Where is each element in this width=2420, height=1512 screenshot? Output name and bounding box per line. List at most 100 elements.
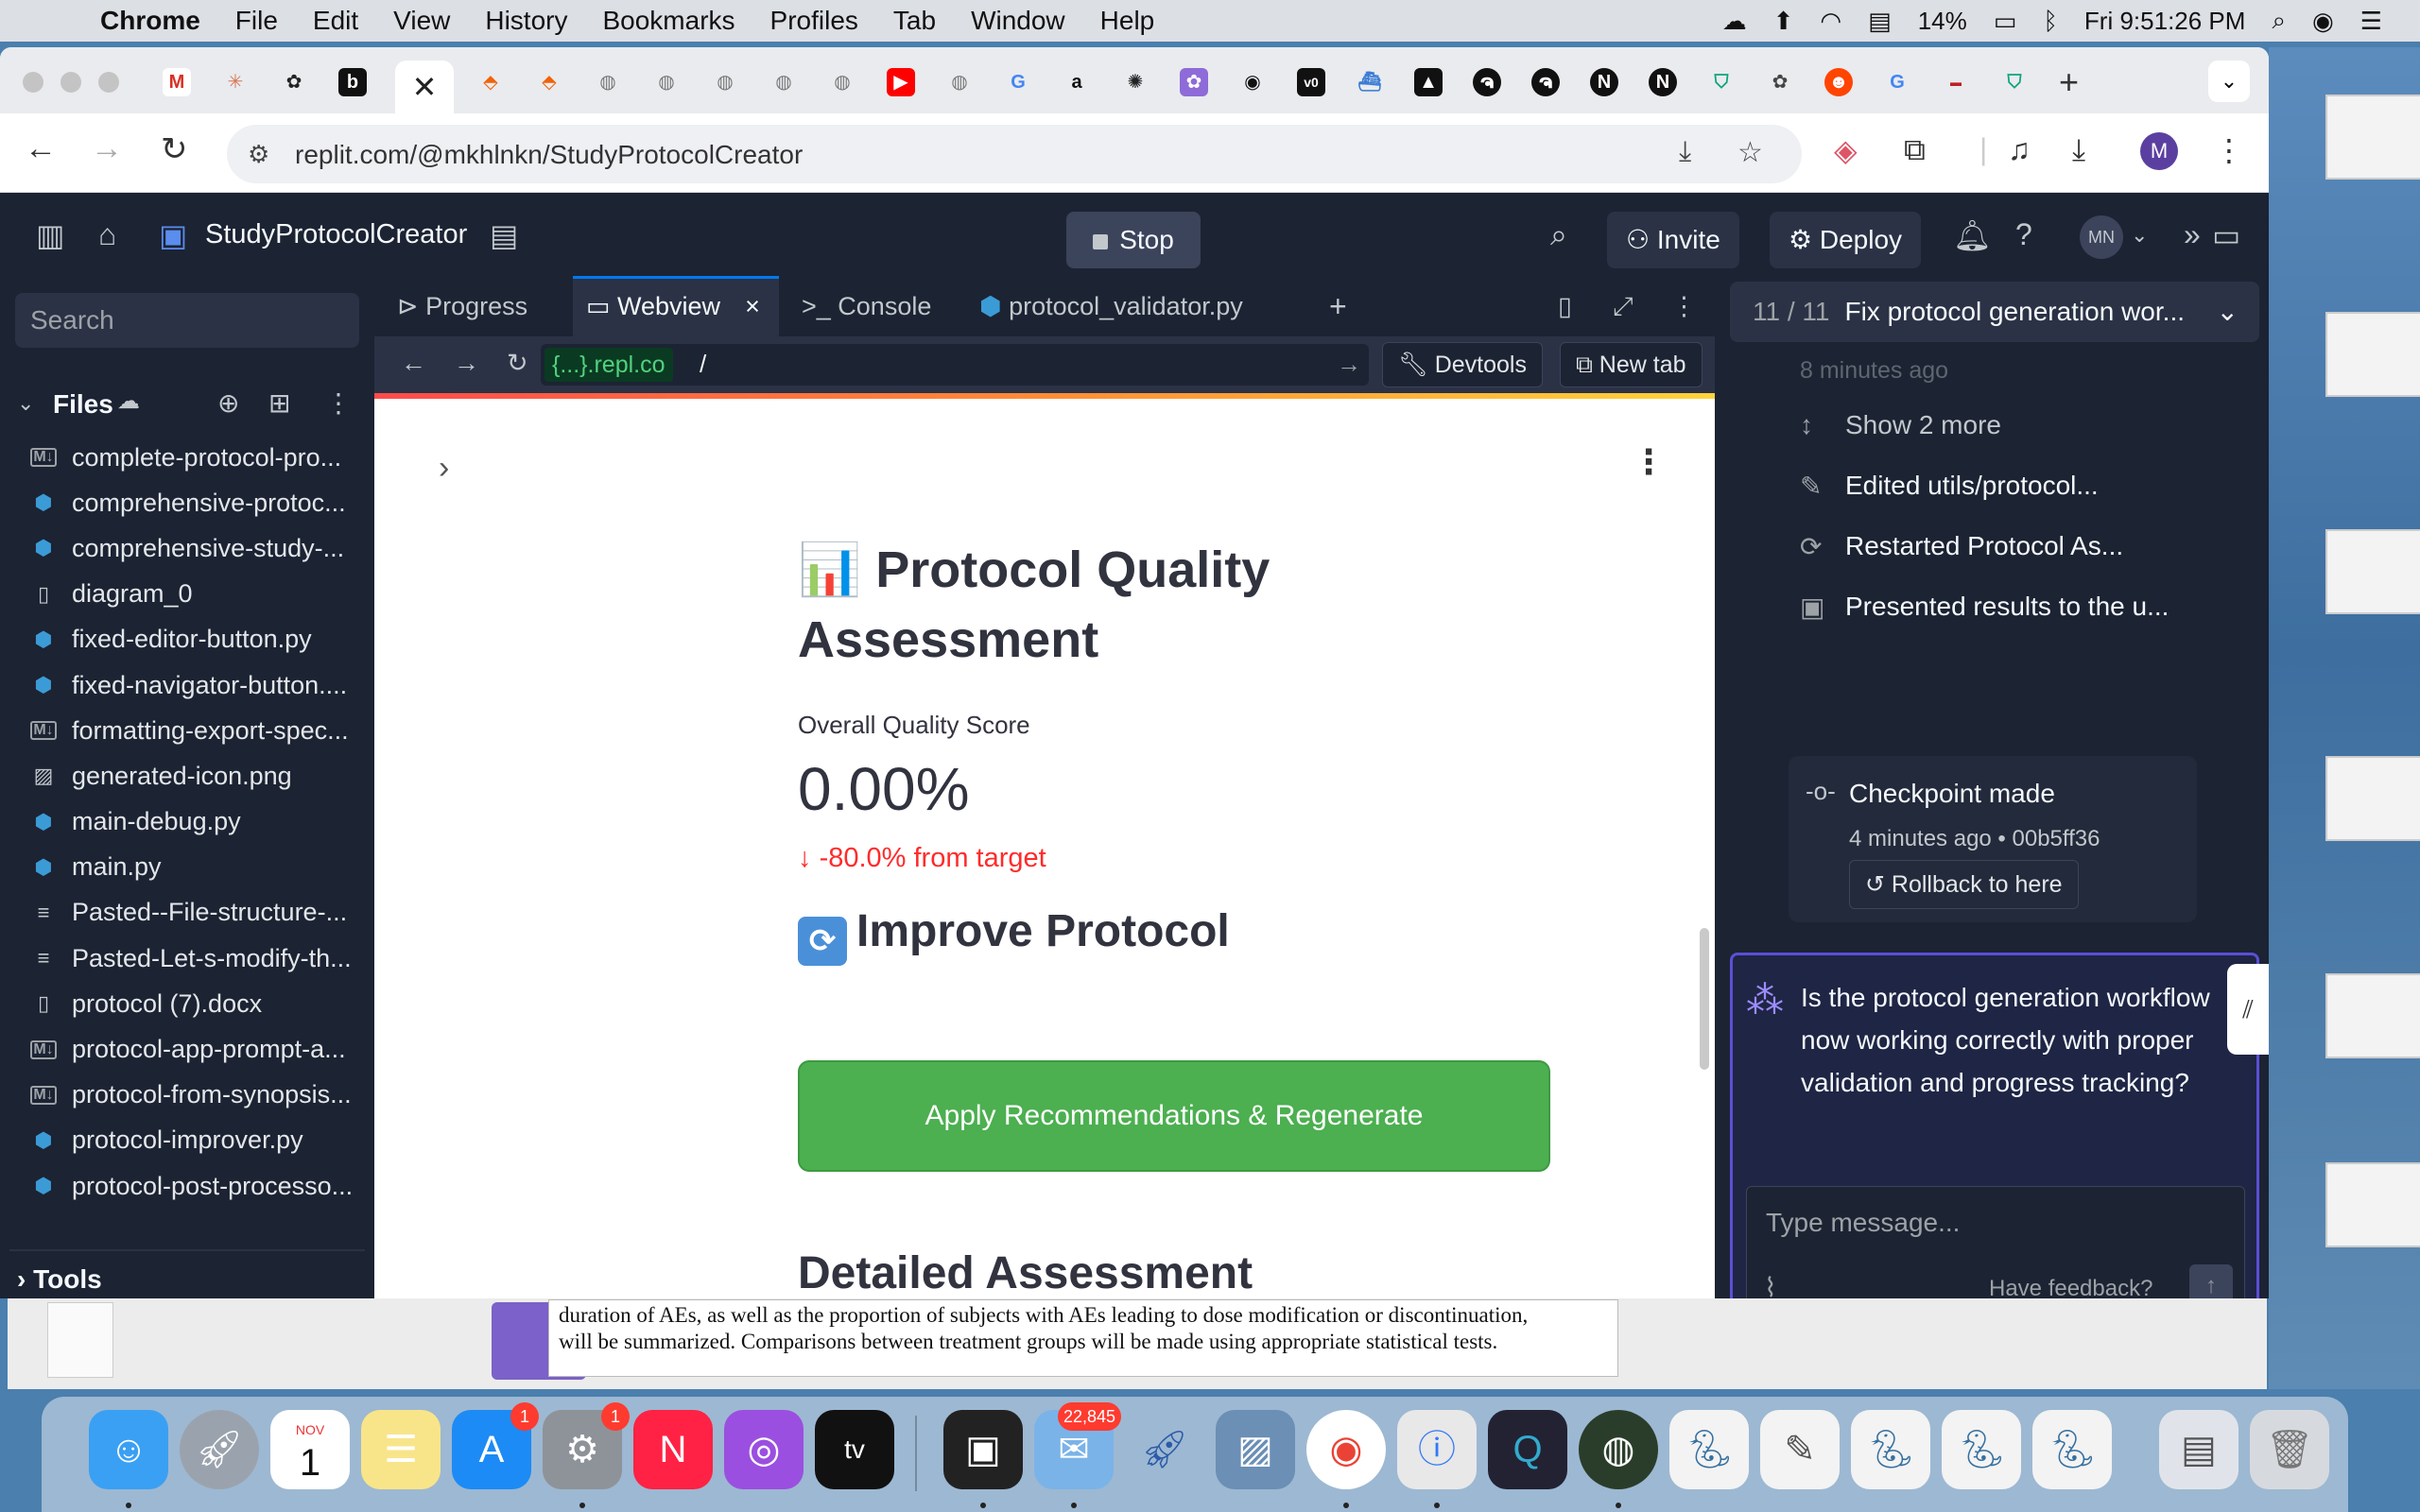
- chevron-down-icon[interactable]: ⌄: [17, 391, 34, 416]
- sidebar-toggle-icon[interactable]: ▥: [36, 217, 64, 253]
- tab-notion-icon[interactable]: N: [1649, 68, 1677, 96]
- tab-globe-icon[interactable]: ◍: [594, 68, 622, 96]
- new-file-icon[interactable]: ⊕: [217, 387, 239, 419]
- webview-url-field[interactable]: {...}.repl.co / →: [541, 344, 1369, 386]
- tab-youtube-icon[interactable]: ▶: [887, 68, 915, 96]
- battery-icon[interactable]: ▭: [1994, 7, 2017, 36]
- file-tree-item[interactable]: ⬢ protocol-post-processo...: [26, 1163, 363, 1209]
- tab-globe-icon[interactable]: ◍: [652, 68, 681, 96]
- tab-cursor-icon[interactable]: ▲: [1414, 68, 1443, 96]
- menu-edit[interactable]: Edit: [313, 6, 358, 36]
- upload-status-icon[interactable]: ⬆: [1773, 7, 1794, 36]
- new-tab-plus-icon[interactable]: +: [2059, 62, 2079, 102]
- project-info-icon[interactable]: ▤: [490, 217, 518, 253]
- tab-globe-icon[interactable]: ◍: [711, 68, 739, 96]
- chrome-menu-kebab-icon[interactable]: ⋮: [2214, 132, 2244, 168]
- tab-loop-icon[interactable]: ຈ: [1473, 68, 1501, 96]
- webview-back-icon[interactable]: ←: [401, 335, 426, 391]
- address-bar[interactable]: ⚙ replit.com/@mkhlnkn/StudyProtocolCreat…: [227, 125, 1802, 183]
- earth-app-icon[interactable]: ◍: [1579, 1410, 1658, 1489]
- desktop-screenshot-thumbnail[interactable]: [2325, 1162, 2420, 1247]
- show-more-link[interactable]: Show 2 more: [1845, 410, 2001, 440]
- tab-v0-icon[interactable]: v0: [1297, 68, 1325, 96]
- file-tree-item[interactable]: M↓ protocol-from-synopsis...: [26, 1073, 363, 1118]
- address-bar-url[interactable]: replit.com/@mkhlnkn/StudyProtocolCreator: [295, 140, 803, 170]
- desktop-screenshot-thumbnail[interactable]: [2325, 94, 2420, 180]
- tab-webview[interactable]: ▭ Webview ×: [573, 276, 779, 336]
- finder-icon[interactable]: ☺: [89, 1410, 168, 1489]
- file-tree-item[interactable]: ▯ protocol (7).docx: [26, 981, 363, 1026]
- text-document-icon[interactable]: ✎: [1760, 1410, 1840, 1489]
- control-center-icon[interactable]: ☰: [2360, 7, 2382, 36]
- tab-console[interactable]: >_ Console: [790, 276, 970, 336]
- file-tree-item[interactable]: ⬢ protocol-improver.py: [26, 1118, 363, 1163]
- tab-google-icon[interactable]: G: [1004, 68, 1032, 96]
- feedback-link[interactable]: Have feedback?: [1989, 1276, 2152, 1298]
- agent-action-item[interactable]: Edited utils/protocol...: [1845, 471, 2099, 501]
- tab-brand-icon[interactable]: ▬: [1942, 68, 1970, 96]
- menu-profiles[interactable]: Profiles: [770, 6, 858, 36]
- streamlit-main-menu-icon[interactable]: ⋮: [1632, 442, 1666, 482]
- bookmark-star-icon[interactable]: ☆: [1737, 136, 1763, 169]
- tab-perplexity-icon[interactable]: ✺: [1121, 68, 1150, 96]
- webview-url-path[interactable]: /: [700, 350, 706, 379]
- preview-icon[interactable]: ▨: [1216, 1410, 1295, 1489]
- file-tree-item[interactable]: ≡ Pasted-Let-s-modify-th...: [26, 936, 363, 981]
- tab-shield-icon[interactable]: ⛉: [1707, 68, 1736, 96]
- bluetooth-icon[interactable]: ᛒ: [2043, 7, 2058, 36]
- desktop-screenshot-thumbnail[interactable]: [2325, 756, 2420, 841]
- menu-chrome[interactable]: Chrome: [100, 6, 200, 36]
- file-tree-item[interactable]: M↓ complete-protocol-pro...: [26, 435, 363, 480]
- file-tree-item[interactable]: ▯ diagram_0: [26, 572, 363, 617]
- apple-tv-icon[interactable]: tv: [815, 1410, 894, 1489]
- go-arrow-icon[interactable]: →: [1337, 350, 1361, 379]
- menu-history[interactable]: History: [485, 6, 567, 36]
- tab-ship-icon[interactable]: ⛴: [1356, 68, 1384, 96]
- tab-close-icon[interactable]: ×: [745, 292, 760, 320]
- chevron-down-icon[interactable]: ⌄: [2217, 282, 2238, 342]
- spotlight-search-icon[interactable]: ⌕: [2272, 6, 2286, 36]
- files-header[interactable]: Files: [53, 389, 113, 420]
- reload-icon[interactable]: ↻: [161, 130, 188, 168]
- desktop-screenshot-thumbnail[interactable]: [2325, 973, 2420, 1058]
- tab-loop-icon[interactable]: ຈ: [1531, 68, 1560, 96]
- sidebar-expand-chevron-icon[interactable]: ›: [439, 450, 449, 487]
- chrome-icon[interactable]: ◉: [1306, 1410, 1386, 1489]
- notifications-bell-icon[interactable]: 🔔︎: [1953, 217, 1992, 253]
- file-tree-item[interactable]: M↓ formatting-export-spec...: [26, 708, 363, 753]
- tab-globe-icon[interactable]: ◍: [945, 68, 974, 96]
- tools-section[interactable]: › Tools: [17, 1264, 102, 1295]
- desktop-screenshot-thumbnail[interactable]: [2325, 312, 2420, 397]
- message-input[interactable]: Type message... ⌇ Have feedback? ↑: [1746, 1186, 2245, 1298]
- us-flag-icon[interactable]: ▤: [1868, 7, 1892, 36]
- feedback-icon[interactable]: ▭: [2212, 217, 2240, 253]
- chevron-down-icon[interactable]: ⌄: [2131, 223, 2148, 248]
- notes-icon[interactable]: ☰: [361, 1410, 441, 1489]
- tab-progress[interactable]: ⊳ Progress: [384, 276, 573, 336]
- podcasts-icon[interactable]: ◎: [724, 1410, 804, 1489]
- rocket-app-icon[interactable]: 🚀︎: [1125, 1410, 1204, 1489]
- creative-cloud-icon[interactable]: ☁: [1722, 7, 1747, 36]
- help-icon[interactable]: ?: [2015, 217, 2032, 252]
- python-launcher-icon[interactable]: 🐍︎: [1942, 1410, 2021, 1489]
- tab-globe-icon[interactable]: ◍: [828, 68, 856, 96]
- agent-action-item[interactable]: Restarted Protocol As...: [1845, 531, 2123, 561]
- window-minimize-button[interactable]: [60, 72, 81, 93]
- window-close-button[interactable]: [23, 72, 43, 93]
- tab-notion-icon[interactable]: N: [1590, 68, 1618, 96]
- tab-reddit-icon[interactable]: ☻: [1824, 68, 1853, 96]
- new-folder-icon[interactable]: ⊞: [268, 387, 290, 419]
- media-controls-icon[interactable]: ♫: [2008, 132, 2031, 167]
- app-store-icon[interactable]: A1: [452, 1402, 539, 1489]
- file-tree-item[interactable]: ⬢ fixed-navigator-button....: [26, 662, 363, 708]
- tab-chatgpt-icon[interactable]: ✿: [280, 68, 308, 96]
- user-avatar[interactable]: MN: [2080, 215, 2123, 259]
- desktop-screenshot-thumbnail[interactable]: [2325, 529, 2420, 614]
- file-tree-item[interactable]: M↓ protocol-app-prompt-a...: [26, 1026, 363, 1072]
- menu-help[interactable]: Help: [1100, 6, 1155, 36]
- wifi-icon[interactable]: ◠: [1820, 7, 1841, 36]
- repl-project-icon[interactable]: ▣: [159, 217, 187, 253]
- tab-b-icon[interactable]: b: [338, 68, 367, 96]
- tab-claude-icon[interactable]: ✳: [221, 68, 250, 96]
- add-tab-plus-icon[interactable]: +: [1329, 276, 1367, 336]
